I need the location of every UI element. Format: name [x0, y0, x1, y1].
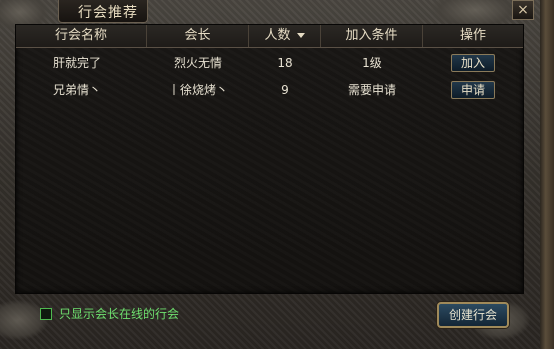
background-edge: [540, 0, 554, 349]
guild-list-panel: 行会名称 会长 人数 加入条件 操作 肝就完了 烈火无情 18 1级 加入 兄弟…: [15, 24, 524, 294]
close-button[interactable]: ×: [512, 0, 534, 20]
guild-recommend-screen: 行会推荐 × 行会名称 会长 人数 加入条件 操作 肝就完了 烈火无情 18 1…: [0, 0, 554, 349]
table-row[interactable]: 肝就完了 烈火无情 18 1级 加入: [16, 51, 523, 75]
join-condition: 需要申请: [347, 83, 396, 97]
join-condition: 1级: [362, 56, 382, 70]
join-button[interactable]: 加入: [451, 54, 495, 72]
guild-member-count: 9: [281, 83, 289, 97]
column-header-members[interactable]: 人数: [249, 25, 321, 47]
guild-member-count: 18: [277, 56, 293, 70]
column-header-action: 操作: [459, 28, 486, 43]
apply-button[interactable]: 申请: [451, 81, 495, 99]
column-header-guild-name[interactable]: 行会名称: [16, 25, 147, 47]
guild-leader: 丨徐烧烤丶: [167, 83, 228, 97]
table-row[interactable]: 兄弟情丶 丨徐烧烤丶 9 需要申请 申请: [16, 78, 523, 102]
guild-name: 肝就完了: [53, 56, 102, 70]
column-header-leader[interactable]: 会长: [147, 25, 249, 47]
sort-down-icon: [296, 33, 305, 38]
window-title: 行会推荐: [78, 5, 138, 21]
leader-online-checkbox-label[interactable]: 只显示会长在线的行会: [59, 305, 179, 322]
create-guild-button[interactable]: 创建行会: [437, 302, 509, 328]
guild-leader: 烈火无情: [173, 56, 222, 70]
leader-online-checkbox[interactable]: [40, 308, 52, 320]
guild-name: 兄弟情丶: [53, 83, 102, 97]
column-header-join-condition[interactable]: 加入条件: [321, 25, 423, 47]
column-header-members-label: 人数: [264, 28, 291, 43]
table-header: 行会名称 会长 人数 加入条件 操作: [16, 25, 523, 48]
